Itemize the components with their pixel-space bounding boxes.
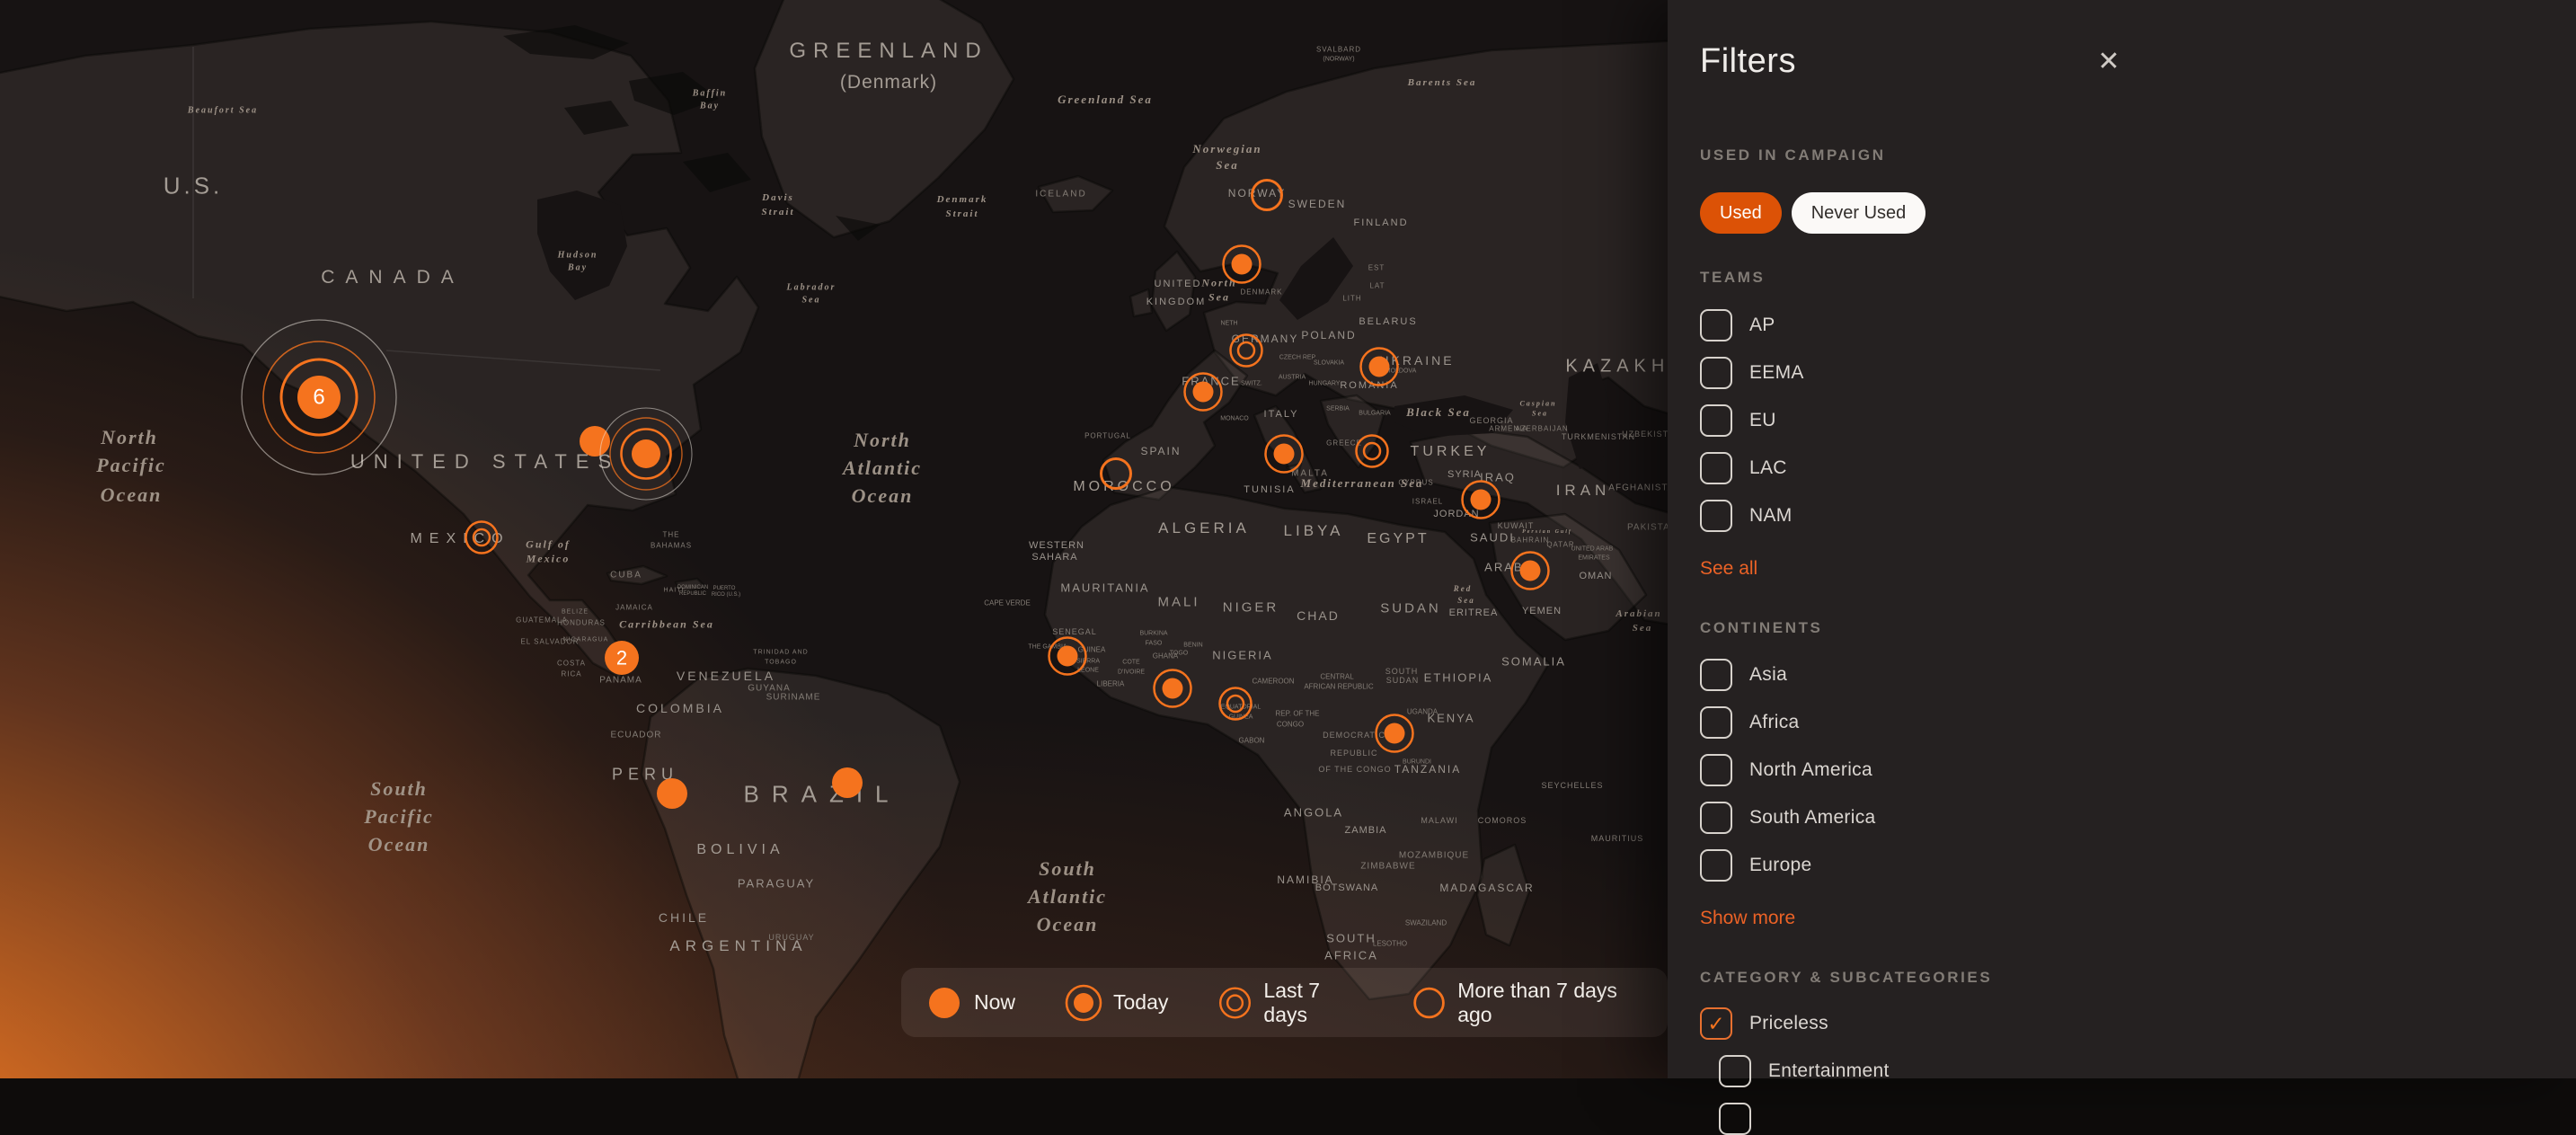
checkbox-label: AP (1749, 315, 1775, 335)
app-root: U.S. CANADA UNITED STATES GREENLAND (Denmark… (0, 0, 2576, 1135)
checkbox-icon[interactable] (1700, 754, 1732, 786)
checkbox-icon[interactable] (1700, 357, 1732, 389)
checkbox-row-europe[interactable]: Europe (1700, 849, 2576, 882)
legend-label: Now (974, 990, 1016, 1014)
checkbox-icon[interactable] (1700, 452, 1732, 484)
continents-list: Asia Africa North America South America Euro… (1700, 659, 2576, 882)
legend-item-older: More than 7 days ago (1411, 979, 1644, 1027)
checkbox-icon[interactable] (1700, 309, 1732, 341)
panel-title: Filters (1700, 42, 1796, 80)
svg-text:2: 2 (616, 647, 627, 669)
checkbox-row-priceless[interactable]: ✓ Priceless (1700, 1007, 2576, 1040)
map-marker-today[interactable] (1510, 551, 1550, 590)
map-marker-today[interactable] (1153, 669, 1192, 708)
map-marker-now[interactable] (657, 778, 687, 809)
map-marker-older[interactable] (1251, 179, 1283, 211)
checkbox-row-nam[interactable]: NAM (1700, 500, 2576, 532)
legend-now-icon (929, 987, 960, 1018)
map-marker-cluster[interactable]: 2 (605, 641, 639, 675)
checkbox-label: LAC (1749, 457, 1787, 478)
teams-list: AP EEMA EU LAC NAM (1700, 309, 2576, 532)
checkbox-icon[interactable] (1700, 802, 1732, 834)
checkbox-icon[interactable] (1700, 659, 1732, 691)
checkbox-row-north-america[interactable]: North America (1700, 754, 2576, 786)
checkbox-icon[interactable] (1700, 404, 1732, 437)
checkbox-label: EU (1749, 410, 1776, 430)
used-in-campaign-pills: Used Never Used (1700, 192, 2576, 234)
legend-item-today: Today (1064, 983, 1168, 1023)
checkbox-row-item[interactable] (1719, 1103, 2576, 1135)
map-marker-last7[interactable] (1229, 333, 1263, 368)
map-marker-cluster[interactable] (599, 407, 693, 501)
checkbox-label: North America (1749, 759, 1872, 780)
map-legend: Now Today Last 7 days More than 7 days ago (901, 968, 1668, 1037)
checkbox-label: Entertainment (1768, 1060, 1890, 1081)
checkbox-icon[interactable] (1700, 500, 1732, 532)
section-header-used-in-campaign: USED IN CAMPAIGN (1700, 146, 1886, 164)
map-marker-today[interactable] (1048, 636, 1087, 676)
filters-panel: Filters ✕ USED IN CAMPAIGN Used Never Use… (1668, 0, 2576, 1135)
checkbox-row-asia[interactable]: Asia (1700, 659, 2576, 691)
checkbox-row-eema[interactable]: EEMA (1700, 357, 2576, 389)
checkbox-row-lac[interactable]: LAC (1700, 452, 2576, 484)
map-marker-today[interactable] (1183, 372, 1223, 412)
checkbox-row-entertainment[interactable]: Entertainment (1719, 1055, 2576, 1087)
checkbox-label: South America (1749, 807, 1876, 828)
legend-label: Today (1113, 990, 1169, 1014)
pill-used[interactable]: Used (1700, 192, 1782, 234)
checkbox-row-eu[interactable]: EU (1700, 404, 2576, 437)
section-header-teams: TEAMS (1700, 269, 1766, 286)
map-marker-today[interactable] (1359, 347, 1399, 386)
checkbox-label: NAM (1749, 505, 1793, 526)
checkbox-label: Asia (1749, 664, 1788, 685)
map-marker-today[interactable] (1375, 714, 1414, 753)
checkbox-label: EEMA (1749, 362, 1804, 383)
checked-checkbox-icon[interactable]: ✓ (1700, 1007, 1732, 1040)
pill-never-used[interactable]: Never Used (1791, 192, 1926, 234)
legend-older-icon (1413, 987, 1445, 1018)
checkbox-label: Africa (1749, 712, 1800, 732)
legend-label: Last 7 days (1263, 978, 1321, 1026)
section-header-continents: CONTINENTS (1700, 619, 1823, 636)
map-marker-today[interactable] (1264, 434, 1304, 474)
category-list: ✓ Priceless Entertainment (1700, 1007, 2576, 1135)
map-marker-today[interactable] (1461, 480, 1500, 519)
checkbox-row-africa[interactable]: Africa (1700, 706, 2576, 739)
legend-label: More than 7 days ago (1457, 978, 1617, 1026)
checkbox-icon[interactable] (1719, 1055, 1751, 1087)
legend-item-now: Now (925, 983, 1015, 1023)
map-marker-cluster[interactable]: 6 (241, 319, 397, 475)
checkbox-label: Europe (1749, 855, 1812, 875)
checkbox-icon[interactable] (1700, 849, 1732, 882)
section-header-category: CATEGORY & SUBCATEGORIES (1700, 969, 1993, 986)
close-icon[interactable]: ✕ (2088, 41, 2129, 83)
map-marker-older[interactable] (1100, 457, 1132, 490)
checkbox-icon[interactable] (1700, 706, 1732, 739)
checkbox-label: Priceless (1749, 1013, 1828, 1033)
map-marker-today[interactable] (1222, 244, 1261, 284)
checkbox-icon[interactable] (1719, 1103, 1751, 1135)
map-marker-now[interactable] (832, 767, 863, 798)
map-marker-last7[interactable] (1355, 434, 1389, 468)
map-marker-now[interactable] (580, 426, 610, 457)
checkbox-row-south-america[interactable]: South America (1700, 802, 2576, 834)
map-marker-last7[interactable] (465, 520, 499, 554)
legend-last7-icon (1219, 986, 1252, 1019)
legend-today-icon (1065, 984, 1102, 1021)
show-more-link[interactable]: Show more (1700, 908, 1795, 929)
legend-item-last7: Last 7 days (1217, 979, 1362, 1027)
checkbox-row-ap[interactable]: AP (1700, 309, 2576, 341)
see-all-link[interactable]: See all (1700, 558, 1757, 580)
svg-text:6: 6 (313, 386, 324, 410)
map-marker-last7[interactable] (1218, 687, 1253, 721)
